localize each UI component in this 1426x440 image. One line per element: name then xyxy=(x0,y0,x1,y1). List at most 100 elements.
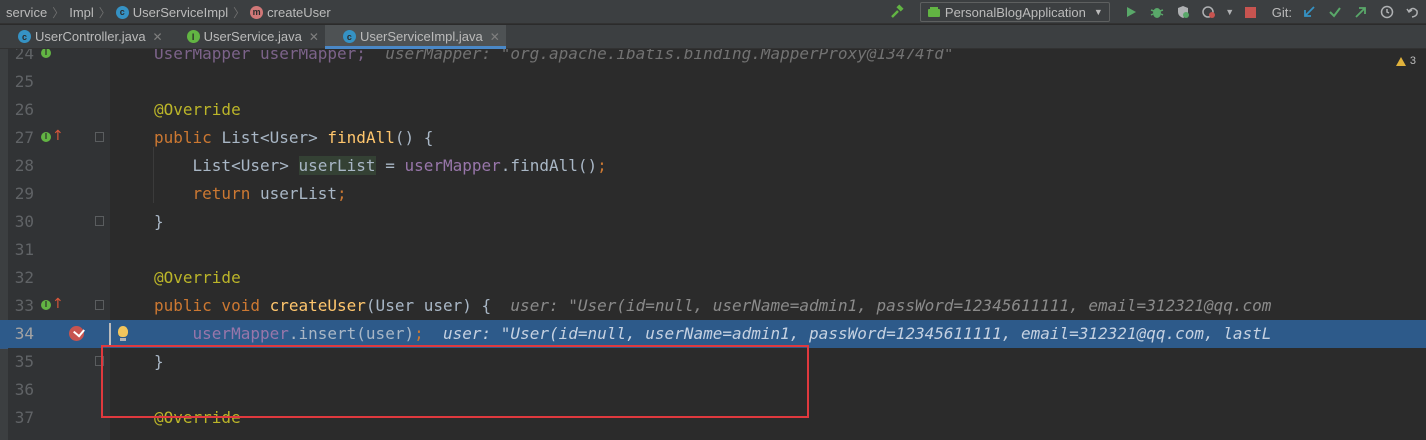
tab-label: UserServiceImpl.java xyxy=(359,29,483,44)
code-text[interactable]: } xyxy=(154,208,164,236)
main-toolbar: PersonalBlogApplication ▼ ▼ Git: xyxy=(884,0,1426,24)
code-token: userList xyxy=(259,184,338,203)
class-icon: c xyxy=(18,30,31,43)
code-token: findAll xyxy=(327,128,395,147)
line-number[interactable]: 28 xyxy=(8,152,34,180)
line-number[interactable]: 29 xyxy=(8,180,34,208)
breadcrumb-label: createUser xyxy=(267,4,331,20)
code-text[interactable]: userMapper.insert(user); user: "User(id=… xyxy=(154,320,1272,348)
debug-inline-value: user: "User(id=null, userName=admin1, pa… xyxy=(491,296,1272,315)
line-number[interactable]: 33 xyxy=(8,292,34,320)
breadcrumb-label: Impl xyxy=(69,4,94,20)
breadcrumb-separator-icon: 〉 xyxy=(52,5,65,20)
code-token: createUser xyxy=(269,296,366,315)
interface-icon: I xyxy=(186,30,200,43)
line-number[interactable]: 37 xyxy=(8,404,34,432)
code-text[interactable]: @Override xyxy=(154,96,241,124)
code-text[interactable]: public List<User> findAll() { xyxy=(154,124,433,152)
tab-user-controller[interactable]: c UserController.java ✕ xyxy=(0,25,169,48)
line-number[interactable]: 24 xyxy=(8,49,34,68)
implements-method-icon[interactable]: I xyxy=(41,49,51,58)
breakpoint-icon[interactable] xyxy=(69,326,84,341)
code-token: .insert(user) xyxy=(288,324,415,343)
code-token: ; xyxy=(337,184,347,203)
line-number[interactable]: 35 xyxy=(8,348,34,376)
build-hammer-icon[interactable] xyxy=(887,2,907,22)
close-icon[interactable]: ✕ xyxy=(490,30,500,44)
git-rollback-icon[interactable] xyxy=(1403,2,1423,22)
code-line[interactable]: 32 @Override xyxy=(0,264,1426,292)
git-history-clock-icon[interactable] xyxy=(1377,2,1397,22)
code-line[interactable]: 30} xyxy=(0,208,1426,236)
breadcrumb-item-method[interactable]: m createUser xyxy=(250,5,331,20)
class-icon: c xyxy=(115,5,129,19)
debug-bug-icon[interactable] xyxy=(1147,2,1167,22)
code-text[interactable]: List<User> userList = userMapper.findAll… xyxy=(154,152,607,180)
code-line[interactable]: 29 return userList; xyxy=(0,180,1426,208)
code-token: ; xyxy=(414,324,424,343)
code-line[interactable]: 33 I ↑ public void createUser(User user) { … xyxy=(0,292,1426,320)
breadcrumb: service 〉 Impl 〉 c UserServiceImpl 〉 m cre… xyxy=(6,0,331,24)
code-token: UserMapper userMapper; xyxy=(154,49,366,63)
spring-boot-icon xyxy=(927,7,940,17)
class-icon: c xyxy=(342,30,356,43)
stop-icon[interactable] xyxy=(1241,2,1261,22)
code-line[interactable]: 27 I ↑ public List<User> findAll() { xyxy=(0,124,1426,152)
chevron-down-icon: ▼ xyxy=(1093,7,1103,17)
code-text[interactable]: @Override xyxy=(154,264,241,292)
method-icon: m xyxy=(250,5,264,19)
line-number[interactable]: 32 xyxy=(8,264,34,292)
code-token: userList xyxy=(298,156,376,175)
coverage-shield-icon[interactable] xyxy=(1173,2,1193,22)
code-token: @Override xyxy=(154,268,241,287)
implements-method-icon[interactable]: I xyxy=(41,300,51,310)
breadcrumb-item-class[interactable]: c UserServiceImpl xyxy=(115,5,228,20)
chevron-down-icon[interactable]: ▼ xyxy=(1225,2,1235,22)
git-commit-check-icon[interactable] xyxy=(1325,2,1345,22)
breadcrumb-item-impl[interactable]: Impl xyxy=(69,5,94,20)
run-configuration-select[interactable]: PersonalBlogApplication ▼ xyxy=(919,2,1110,22)
git-label: Git: xyxy=(1271,4,1292,20)
code-token: public void xyxy=(154,296,270,315)
breadcrumb-item-service[interactable]: service xyxy=(6,5,47,20)
tab-user-service[interactable]: I UserService.java ✕ xyxy=(169,25,325,48)
tab-user-service-impl[interactable]: c UserServiceImpl.java ✕ xyxy=(324,25,506,49)
intention-lightbulb-icon[interactable] xyxy=(118,326,128,341)
implements-method-icon[interactable]: I xyxy=(41,132,51,142)
code-line[interactable]: 28 List<User> userList = userMapper.find… xyxy=(0,152,1426,180)
line-number[interactable]: 34 xyxy=(8,320,34,348)
close-icon[interactable]: ✕ xyxy=(153,30,163,44)
fold-marker-icon[interactable] xyxy=(95,300,104,310)
code-line[interactable]: 25 xyxy=(0,68,1426,96)
line-number[interactable]: 27 xyxy=(8,124,34,152)
code-text[interactable]: UserMapper userMapper; userMapper: "org.… xyxy=(154,49,954,68)
code-line[interactable]: 31 xyxy=(0,236,1426,264)
git-push-arrow-icon[interactable] xyxy=(1351,2,1371,22)
close-icon[interactable]: ✕ xyxy=(309,30,319,44)
fold-marker-icon[interactable] xyxy=(95,132,104,142)
code-token: .findAll() xyxy=(500,156,598,175)
code-line[interactable]: 34 userMapper.insert(user); user: "User(… xyxy=(0,320,1426,348)
code-token: List<User> xyxy=(154,156,299,175)
code-token: userMapper xyxy=(404,156,501,175)
tab-label: UserService.java xyxy=(203,29,302,44)
code-line[interactable]: 24 I UserMapper userMapper; userMapper: "o… xyxy=(0,49,1426,68)
line-number[interactable]: 26 xyxy=(8,96,34,124)
code-token: public xyxy=(154,128,222,147)
navigate-up-arrow-icon[interactable]: ↑ xyxy=(52,295,64,313)
run-icon[interactable] xyxy=(1121,2,1141,22)
line-number[interactable]: 31 xyxy=(8,236,34,264)
profiler-icon[interactable] xyxy=(1199,2,1219,22)
line-number[interactable]: 25 xyxy=(8,68,34,96)
line-number[interactable]: 30 xyxy=(8,208,34,236)
line-number[interactable]: 36 xyxy=(8,376,34,404)
code-text[interactable]: public void createUser(User user) { user… xyxy=(154,292,1271,320)
fold-marker-icon[interactable] xyxy=(95,216,104,226)
code-editor[interactable]: 3 24 I UserMapper userMapper; userMapper: … xyxy=(0,49,1426,440)
navigate-up-arrow-icon[interactable]: ↑ xyxy=(52,127,64,145)
breadcrumb-label: service xyxy=(6,4,48,20)
git-update-arrow-icon[interactable] xyxy=(1299,2,1319,22)
code-token: ; xyxy=(597,156,607,175)
code-line[interactable]: 26 @Override xyxy=(0,96,1426,124)
code-text[interactable]: return userList; xyxy=(154,180,347,208)
